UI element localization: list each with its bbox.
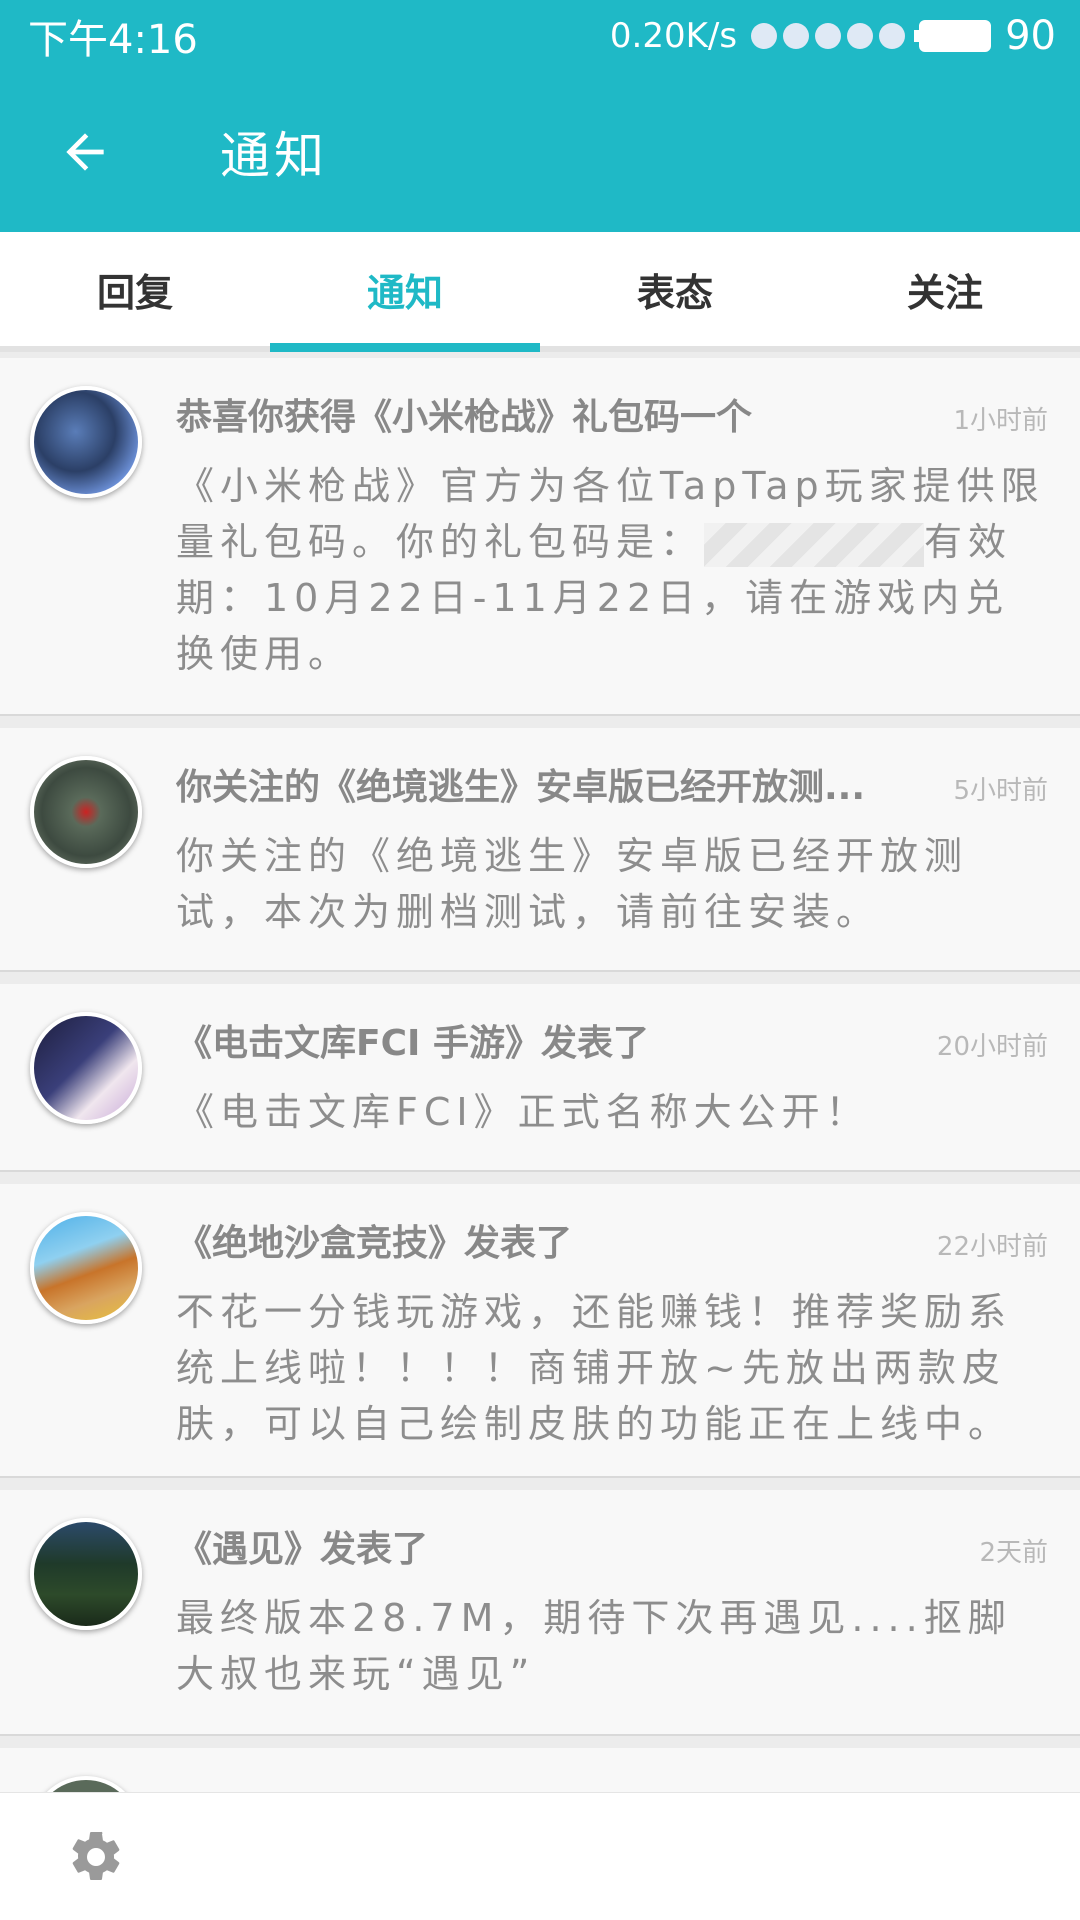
battery-level: 90 [1005,13,1056,59]
tab-label: 通知 [366,270,443,315]
network-speed: 0.20K/s [609,16,738,56]
notification-icon [847,23,874,49]
tab-label: 回复 [96,270,173,315]
tab-replies[interactable]: 回复 [0,232,270,346]
settings-button[interactable] [46,1807,146,1907]
tab-label: 表态 [636,270,713,315]
notification-title: 恭喜你获得《小米枪战》礼包码一个 [176,397,753,438]
notification-icon [815,23,842,49]
back-button[interactable] [0,72,170,232]
notification-icons [751,23,906,49]
notification-body: 你关注的《绝境逃生》安卓版已经开放测试，本次为删档测试，请前往安装。 [176,834,969,934]
notification-body: 不花一分钱玩游戏，还能赚钱！推荐奖励系统上线啦！！！！商铺开放~先放出两款皮肤，… [176,1290,1013,1446]
avatar [30,1518,142,1630]
notification-body: 最终版本28.7M，期待下次再遇见....抠脚大叔也来玩“遇见” [176,1596,1012,1696]
notification-item[interactable]: 《电击文库FCI 手游》发表了 20小时前 《电击文库FCI》正式名称大公开！ [0,984,1080,1172]
battery-icon [914,20,992,52]
notification-title: 《遇见》发表了 [176,1529,429,1570]
notification-icon [879,23,906,49]
status-indicators: 0.20K/s 90 [610,13,1056,59]
notification-icon [751,23,778,49]
tab-follows[interactable]: 关注 [810,232,1080,346]
notification-title: 《电击文库FCI 手游》发表了 [176,1023,649,1064]
app-bar: 通知 [0,72,1080,232]
notification-item[interactable]: 你关注的《绝境逃生》安卓版已经开放测... 5小时前 你关注的《绝境逃生》安卓版… [0,728,1080,972]
status-bar: 下午4:16 0.20K/s 90 [0,0,1080,72]
page-title: 通知 [220,127,328,185]
tab-label: 关注 [906,270,983,315]
avatar [30,1212,142,1324]
redacted-code [704,522,925,567]
notification-time: 22小时前 [936,1232,1048,1262]
notification-title: 《绝地沙盒竞技》发表了 [176,1223,573,1264]
notification-item[interactable]: 《遇见》发表了 2天前 最终版本28.7M，期待下次再遇见....抠脚大叔也来玩… [0,1490,1080,1736]
tab-bar: 回复 通知 表态 关注 [0,232,1080,352]
tab-reactions[interactable]: 表态 [540,232,810,346]
notification-item[interactable]: 《绝地沙盒竞技》发表了 22小时前 不花一分钱玩游戏，还能赚钱！推荐奖励系统上线… [0,1184,1080,1478]
notification-icon [783,23,810,49]
notification-time: 20小时前 [936,1032,1048,1062]
notification-item[interactable]: 恭喜你获得《小米枪战》礼包码一个 1小时前 《小米枪战》官方为各位TapTap玩… [0,358,1080,716]
notification-title: 你关注的《绝境逃生》安卓版已经开放测... [176,767,866,808]
avatar [30,386,142,498]
arrow-left-icon [66,133,104,171]
notification-time: 5小时前 [953,776,1048,806]
bottom-bar [0,1792,1080,1920]
notification-body: 《电击文库FCI》正式名称大公开！ [176,1090,870,1134]
avatar [30,756,142,868]
notification-list: 恭喜你获得《小米枪战》礼包码一个 1小时前 《小米枪战》官方为各位TapTap玩… [0,358,1080,1888]
notification-time: 1小时前 [953,406,1048,436]
tab-notifications[interactable]: 通知 [270,232,540,352]
gear-icon [72,1831,120,1880]
notification-time: 2天前 [979,1538,1048,1568]
avatar [30,1012,142,1124]
status-time: 下午4:16 [28,17,198,63]
notification-body: 《小米枪战》官方为各位TapTap玩家提供限量礼包码。你的礼包码是： 有效期：10… [176,458,1048,682]
